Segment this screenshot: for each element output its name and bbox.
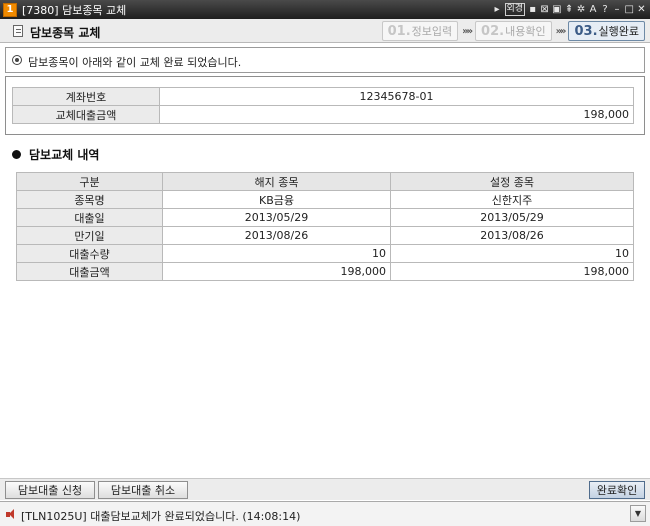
account-number-label: 계좌번호 [12,87,160,106]
speaker-icon [6,509,18,520]
row-label: 대출수량 [16,244,163,263]
cancel-stock-cell: 10 [162,244,391,263]
table-row: 대출일 2013/05/29 2013/05/29 [16,208,634,227]
loan-cancel-button[interactable]: 담보대출 취소 [98,481,188,499]
set-stock-cell: 10 [390,244,634,263]
table-header-row: 구분 해지 종목 설정 종목 [16,172,634,191]
window-number-badge: 1 [3,2,17,17]
step-separator-icon: »» [555,25,567,37]
step-2: 02. 내용확인 [475,21,552,41]
cancel-stock-cell: 2013/08/26 [162,226,391,245]
section-title: 담보교체 내역 [29,148,100,162]
set-stock-cell: 신한지주 [390,190,634,209]
step-label: 내용확인 [505,25,546,38]
column-header: 해지 종목 [162,172,391,191]
step-number: 02. [481,23,505,39]
maximize-icon[interactable]: □ [625,3,634,17]
action-bar: 담보대출 신청 담보대출 취소 완료확인 [0,478,650,500]
table-row: 대출수량 10 10 [16,244,634,263]
account-panel: 계좌번호 12345678-01 교체대출금액 198,000 [5,76,645,135]
memo-icon[interactable]: ▪ [528,3,537,17]
table-row: 계좌번호 12345678-01 [12,87,634,106]
settings-icon[interactable]: ✲ [577,3,586,17]
step-separator-icon: »» [462,25,473,37]
help-icon[interactable]: ? [601,3,610,17]
pin-icon[interactable]: ⇞ [565,3,574,17]
row-label: 종목명 [16,190,163,209]
step-1: 01. 정보입력 [381,21,459,41]
section-header: 담보교체 내역 [12,146,99,163]
message-panel: 담보종목이 아래와 같이 교체 완료 되었습니다. [5,47,645,73]
replace-amount-label: 교체대출금액 [12,105,160,124]
target-icon [12,55,22,65]
set-stock-cell: 2013/05/29 [390,208,634,227]
minimize-icon[interactable]: – [613,3,622,17]
cancel-stock-cell: 198,000 [162,262,391,281]
set-stock-cell: 2013/08/26 [390,226,634,245]
step-number: 03. [574,23,598,39]
account-table: 계좌번호 12345678-01 교체대출금액 198,000 [12,87,634,124]
step-number: 01. [387,23,411,39]
loan-apply-button[interactable]: 담보대출 신청 [5,481,95,499]
step-label: 실행완료 [598,25,639,38]
column-header: 구분 [16,172,163,191]
font-icon[interactable]: A [589,3,598,17]
set-stock-cell: 198,000 [390,262,634,281]
bullet-icon [12,150,21,159]
arrow-right-icon[interactable]: ▸ [493,3,502,17]
column-header: 설정 종목 [390,172,634,191]
title-bar-icons: ▸ 외경 ▪ ⊠ ▣ ⇞ ✲ A ? – □ ✕ [493,2,646,17]
table-row: 대출금액 198,000 198,000 [16,262,634,281]
step-3: 03. 실행완료 [568,21,645,41]
close-box-icon[interactable]: ⊠ [540,3,549,17]
status-message: [TLN1025U] 대출담보교체가 완료되었습니다. (14:08:14) [21,510,301,523]
page-title: 담보종목 교체 [30,26,101,40]
chevron-down-icon[interactable]: ▼ [630,505,646,522]
replace-amount-value: 198,000 [159,105,634,124]
close-icon[interactable]: ✕ [637,3,646,17]
message-text: 담보종목이 아래와 같이 교체 완료 되었습니다. [28,56,242,69]
cancel-stock-cell: KB금융 [162,190,391,209]
step-indicator: 01. 정보입력 »» 02. 내용확인 »» 03. 실행완료 [381,21,645,41]
row-label: 대출일 [16,208,163,227]
details-table: 구분 해지 종목 설정 종목 종목명 KB금융 신한지주 대출일 2013/05… [16,172,634,281]
table-row: 만기일 2013/08/26 2013/08/26 [16,226,634,245]
table-row: 종목명 KB금융 신한지주 [16,190,634,209]
step-label: 정보입력 [411,25,453,38]
account-number-value: 12345678-01 [159,87,634,106]
page-header: 담보종목 교체 01. 정보입력 »» 02. 내용확인 »» 03. 실행완료 [0,19,650,43]
window-icon[interactable]: ▣ [552,3,561,17]
document-icon [13,25,23,37]
status-bar: [TLN1025U] 대출담보교체가 완료되었습니다. (14:08:14) ▼ [0,501,650,526]
table-row: 교체대출금액 198,000 [12,105,634,124]
cancel-stock-cell: 2013/05/29 [162,208,391,227]
window-title: [7380] 담보종목 교체 [22,3,127,17]
row-label: 대출금액 [16,262,163,281]
row-label: 만기일 [16,226,163,245]
lock-label-button[interactable]: 외경 [504,3,526,16]
title-bar: 1 [7380] 담보종목 교체 ▸ 외경 ▪ ⊠ ▣ ⇞ ✲ A ? – □ … [0,0,650,19]
confirm-button[interactable]: 완료확인 [589,481,645,499]
